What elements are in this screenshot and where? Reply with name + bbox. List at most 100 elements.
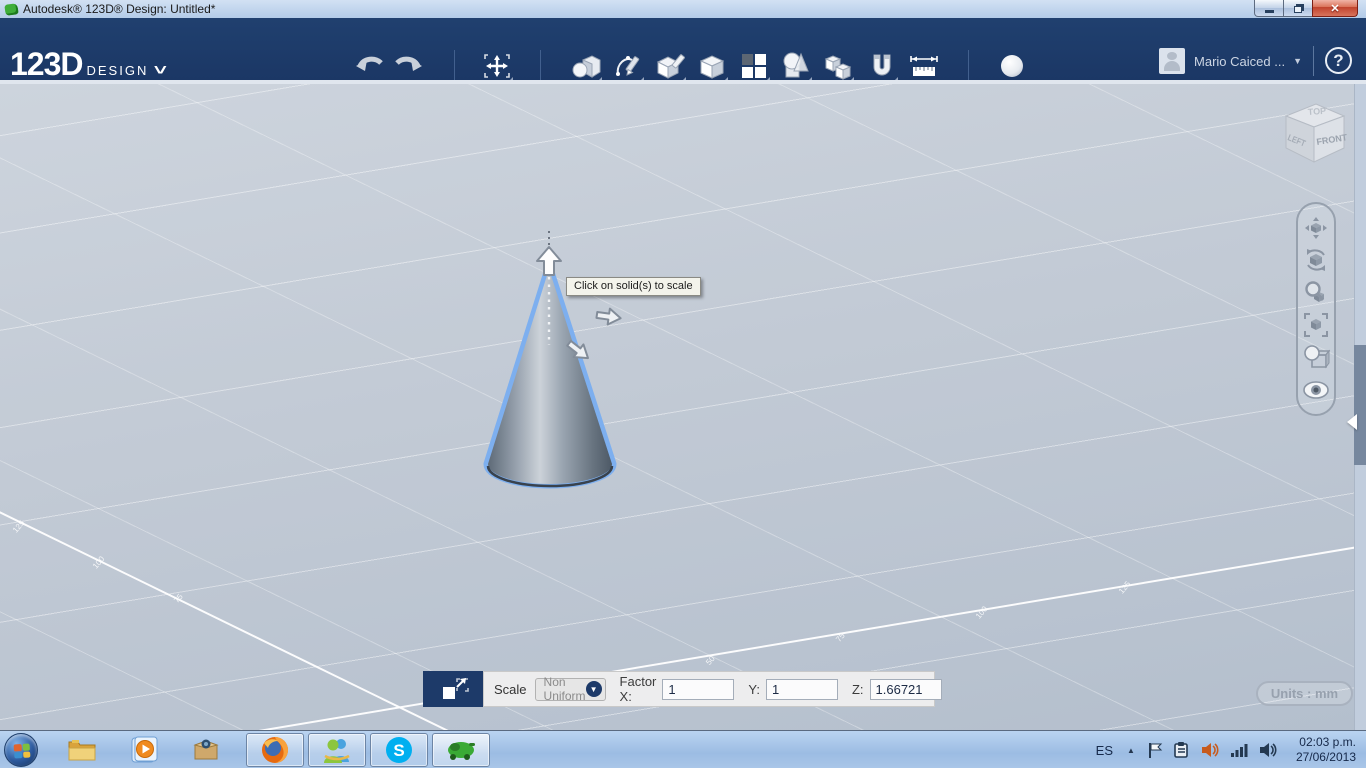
- sketch-icon: [616, 56, 640, 76]
- viewcube[interactable]: TOP LEFT FRONT: [1272, 90, 1356, 174]
- factor-z-label: Z:: [851, 681, 864, 697]
- primitives-button[interactable]: [568, 48, 604, 84]
- magnet-icon: [873, 54, 891, 76]
- user-name: Mario Caiced ...: [1194, 53, 1286, 69]
- material-button[interactable]: [994, 48, 1030, 84]
- combine-button[interactable]: [778, 48, 814, 84]
- close-button[interactable]: ✕: [1312, 0, 1358, 17]
- volume-mixer-icon[interactable]: [1200, 741, 1220, 759]
- factor-z-input[interactable]: [869, 678, 942, 700]
- factor-y-input[interactable]: [765, 678, 838, 700]
- dropdown-chevron-icon: ▼: [585, 681, 602, 697]
- tray-date: 27/06/2013: [1295, 750, 1356, 764]
- system-tray: ES ▲ 02:03 p.m. 27/06/2013: [1096, 731, 1362, 769]
- scale-icon: [443, 678, 469, 699]
- redo-icon: [395, 56, 422, 71]
- construct-button[interactable]: [652, 48, 688, 84]
- clock[interactable]: 02:03 p.m. 27/06/2013: [1296, 735, 1356, 765]
- measure-button[interactable]: [906, 48, 942, 84]
- avatar: [1159, 48, 1186, 74]
- svg-text:TOP: TOP: [1307, 106, 1326, 117]
- taskbar-box-app[interactable]: [186, 734, 226, 766]
- window-title: Autodesk® 123D® Design: Untitled*: [23, 2, 216, 16]
- combine-icon: [783, 52, 809, 78]
- panel-expand-arrow-icon[interactable]: [1347, 414, 1357, 430]
- restore-button[interactable]: [1284, 0, 1312, 17]
- primitives-icon: [572, 55, 601, 78]
- scale-tool-button[interactable]: [423, 671, 483, 707]
- undo-button[interactable]: [352, 48, 388, 84]
- taskbar-explorer[interactable]: [62, 734, 102, 766]
- scale-x-arrow-handle[interactable]: [595, 307, 622, 326]
- taskbar-messenger[interactable]: [308, 733, 366, 767]
- scale-label: Scale: [494, 681, 527, 697]
- taskbar-skype[interactable]: S: [370, 733, 428, 767]
- messenger-icon: [324, 739, 350, 763]
- restore-icon: [1294, 5, 1302, 13]
- scale-z-arrow-handle[interactable]: [536, 246, 562, 276]
- toolbar-separator: [1313, 46, 1314, 76]
- factor-y-label: Y:: [748, 681, 760, 697]
- ruler-icon: [910, 56, 938, 76]
- modify-button[interactable]: [694, 48, 730, 84]
- app-menu-button[interactable]: 123D DESIGN ˅: [10, 46, 167, 83]
- redo-button[interactable]: [390, 48, 426, 84]
- media-player-icon: [131, 736, 158, 763]
- grouping-icon: [824, 55, 852, 80]
- viewport-3d[interactable]: 125 100 75 50 75 100 125 Click on solid(…: [0, 84, 1366, 730]
- window-titlebar: Autodesk® 123D® Design: Untitled* ✕: [0, 0, 1366, 18]
- main-toolbar: 123D DESIGN ˅ Mario Caiced ... ▼ ?: [0, 18, 1366, 83]
- action-center-flag-icon[interactable]: [1147, 741, 1163, 759]
- skype-icon: S: [386, 737, 412, 763]
- 123d-app-icon: [448, 742, 475, 760]
- network-signal-icon[interactable]: [1230, 742, 1248, 758]
- grouping-button[interactable]: [820, 48, 856, 84]
- close-icon: ✕: [1330, 2, 1340, 15]
- pan-icon[interactable]: [1301, 212, 1331, 244]
- factor-x-label: Factor X:: [619, 674, 657, 704]
- modify-icon: [699, 55, 725, 79]
- toolbar-separator: [968, 50, 969, 80]
- side-panel-thumb[interactable]: [1354, 345, 1366, 465]
- scale-options-panel: Scale Non Uniform ▼ Factor X: Y: Z:: [483, 671, 942, 707]
- selected-cone-solid[interactable]: [460, 225, 660, 505]
- clipboard-app-icon[interactable]: [1173, 741, 1190, 759]
- app-icon: [4, 2, 19, 16]
- tooltip: Click on solid(s) to scale: [566, 277, 701, 296]
- language-indicator[interactable]: ES: [1096, 743, 1113, 758]
- windows-flag-icon: [13, 743, 31, 759]
- move-icon: [484, 54, 510, 78]
- snap-button[interactable]: [864, 48, 900, 84]
- taskbar-123d-design[interactable]: [432, 733, 490, 767]
- start-button[interactable]: [4, 733, 38, 767]
- box-app-icon: [193, 739, 219, 760]
- minimize-icon: [1264, 9, 1274, 13]
- windows-taskbar: S ES ▲ 02:03 p.m. 27/06/2013: [0, 730, 1366, 768]
- help-button[interactable]: ?: [1325, 47, 1352, 74]
- shade-icon[interactable]: [1301, 341, 1331, 373]
- taskbar-media-player[interactable]: [124, 734, 164, 766]
- construct-icon: [656, 54, 685, 79]
- toolbar-separator: [454, 50, 455, 80]
- transform-button[interactable]: [479, 48, 515, 84]
- speaker-icon[interactable]: [1258, 741, 1278, 759]
- show-hidden-icons[interactable]: ▲: [1127, 746, 1135, 755]
- svg-text:S: S: [393, 741, 404, 760]
- scale-mode-dropdown[interactable]: Non Uniform ▼: [534, 675, 606, 703]
- orbit-icon[interactable]: [1301, 244, 1331, 276]
- brand-logo: 123D: [10, 46, 83, 82]
- units-button[interactable]: Units : mm: [1256, 681, 1353, 706]
- undo-icon: [356, 56, 383, 71]
- pattern-button[interactable]: [736, 48, 772, 84]
- visibility-eye-icon[interactable]: [1301, 374, 1331, 406]
- taskbar-firefox[interactable]: [246, 733, 304, 767]
- fit-icon[interactable]: [1301, 309, 1331, 341]
- account-menu[interactable]: Mario Caiced ... ▼: [1159, 48, 1302, 74]
- folder-icon: [68, 740, 96, 761]
- factor-x-input[interactable]: [662, 678, 735, 700]
- toolbar-separator: [540, 50, 541, 80]
- dropdown-caret-icon: ▼: [1293, 56, 1302, 66]
- zoom-icon[interactable]: [1301, 277, 1331, 309]
- sketch-button[interactable]: [610, 48, 646, 84]
- minimize-button[interactable]: [1254, 0, 1284, 17]
